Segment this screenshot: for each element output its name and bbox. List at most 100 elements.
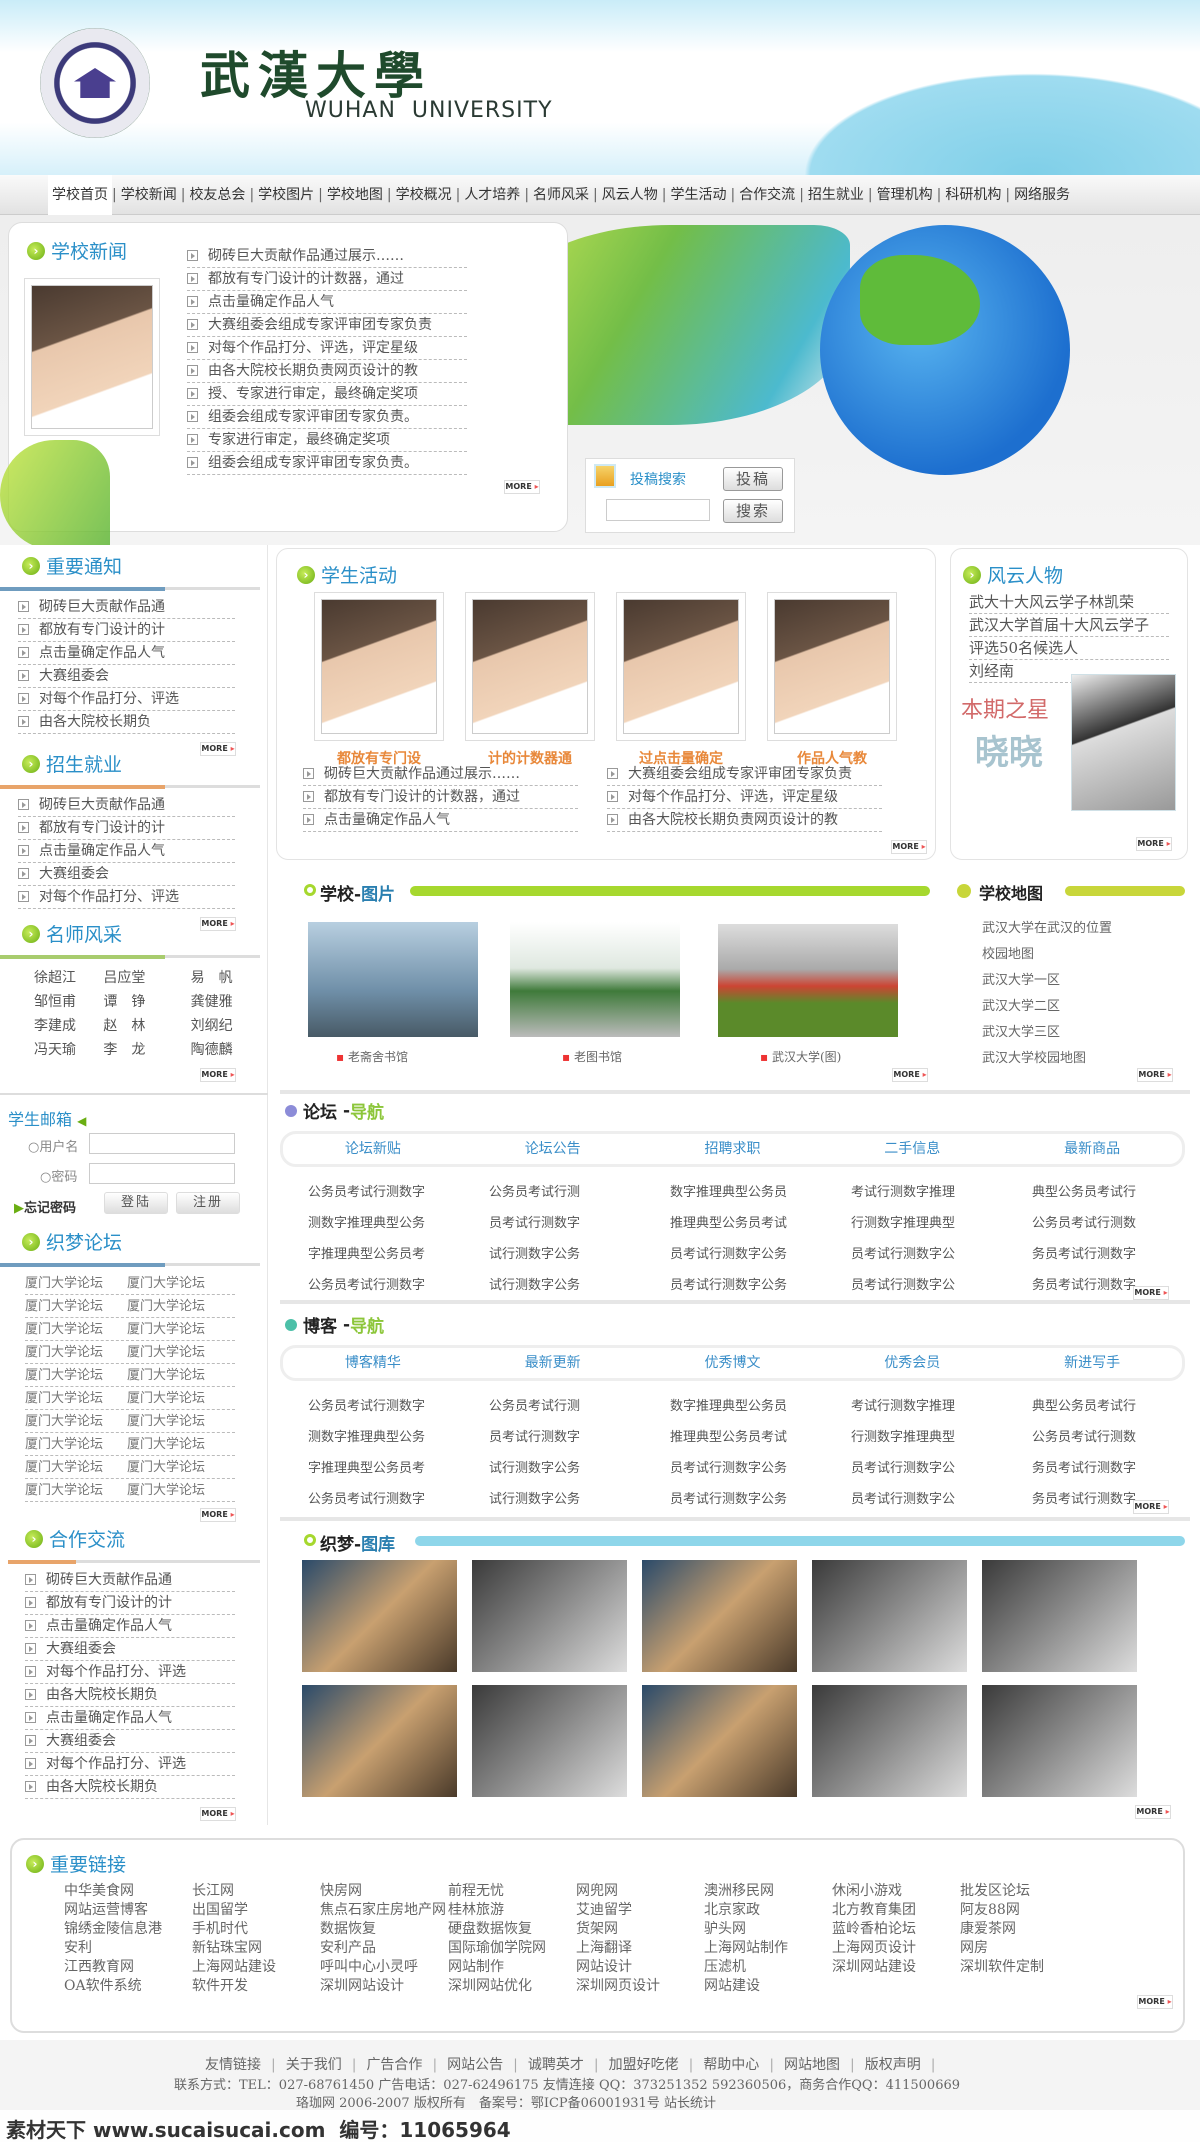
activity-item[interactable]: 计的计数器通 <box>466 593 594 768</box>
forum-link[interactable]: 厦门大学论坛 <box>127 1456 229 1478</box>
nav-link[interactable]: 员考试行测数字 <box>461 1422 642 1453</box>
map-link[interactable]: 武汉大学在武汉的位置 <box>982 916 1112 942</box>
link-item[interactable]: OA软件系统 <box>64 1977 192 1996</box>
submit-button[interactable]: 投稿 <box>723 467 783 491</box>
forgot-password-link[interactable]: ▶忘记密码 <box>14 1197 76 1216</box>
nav-link[interactable]: 公务员考试行测数字 <box>280 1177 461 1208</box>
list-item[interactable]: 点击量确定作品人气 <box>18 840 235 863</box>
teacher-name[interactable]: 李建成 <box>34 1014 103 1038</box>
gallery-thumb[interactable] <box>812 1685 967 1797</box>
nav-tab[interactable]: 招聘求职 <box>643 1134 823 1164</box>
picture-caption[interactable]: ▪ 武汉大学(图) <box>760 1048 841 1065</box>
gallery-thumb[interactable] <box>472 1560 627 1672</box>
nav-item[interactable]: 科研机构 <box>941 175 1005 215</box>
list-item[interactable]: 对每个作品打分、评选 <box>18 688 235 711</box>
nav-link[interactable]: 员考试行测数字 <box>461 1208 642 1239</box>
link-item[interactable]: 北方教育集团 <box>832 1901 960 1920</box>
link-item[interactable]: 压滤机 <box>704 1958 832 1977</box>
nav-tab[interactable]: 博客精华 <box>283 1348 463 1378</box>
link-item[interactable]: 深圳网页设计 <box>576 1977 704 1996</box>
nav-link[interactable]: 字推理典型公务员考 <box>280 1239 461 1270</box>
nav-item[interactable]: 校友总会 <box>185 175 249 215</box>
footer-link[interactable]: 网站地图 <box>784 2057 840 2073</box>
nav-link[interactable]: 员考试行测数字公务 <box>642 1239 823 1270</box>
list-item[interactable]: 由各大院校长期负 <box>25 1776 235 1799</box>
list-item[interactable]: 组委会组成专家评审团专家负责。 <box>187 406 467 429</box>
nav-link[interactable]: 数字推理典型公务员 <box>642 1177 823 1208</box>
teacher-name[interactable]: 易 帆 <box>191 966 260 990</box>
nav-link[interactable]: 员考试行测数字公务 <box>642 1453 823 1484</box>
nav-link[interactable]: 数字推理典型公务员 <box>642 1391 823 1422</box>
list-item[interactable]: 点击量确定作品人气 <box>25 1707 235 1730</box>
footer-link[interactable]: 诚聘英才 <box>528 2057 584 2073</box>
nav-link[interactable]: 员考试行测数字公 <box>823 1484 1004 1515</box>
forum-link[interactable]: 厦门大学论坛 <box>127 1341 229 1363</box>
gallery-thumb[interactable] <box>302 1560 457 1672</box>
nav-item[interactable]: 学校新闻 <box>117 175 181 215</box>
nav-item[interactable]: 学校地图 <box>323 175 387 215</box>
forum-link[interactable]: 厦门大学论坛 <box>25 1341 127 1363</box>
list-item[interactable]: 武大十大风云学子林凯荣 <box>969 591 1169 614</box>
list-item[interactable]: 点击量确定作品人气 <box>303 809 578 832</box>
picture-thumb[interactable] <box>510 922 680 1037</box>
nav-item[interactable]: 学校首页 <box>48 175 112 215</box>
list-item[interactable]: 点击量确定作品人气 <box>18 642 235 665</box>
link-item[interactable]: 北京家政 <box>704 1901 832 1920</box>
teacher-name[interactable]: 赵 林 <box>103 1014 172 1038</box>
link-item[interactable]: 货架网 <box>576 1920 704 1939</box>
link-item[interactable]: 蓝岭香柏论坛 <box>832 1920 960 1939</box>
link-item[interactable]: 艾迪留学 <box>576 1901 704 1920</box>
more-button[interactable]: MORE <box>1136 837 1172 851</box>
nav-item[interactable]: 风云人物 <box>598 175 662 215</box>
nav-link[interactable]: 公务员考试行测 <box>461 1391 642 1422</box>
university-seal-logo[interactable] <box>40 28 150 138</box>
list-item[interactable]: 都放有专门设计的计 <box>25 1592 235 1615</box>
list-item[interactable]: 大赛组委会 <box>25 1638 235 1661</box>
more-button[interactable]: MORE <box>1133 1500 1169 1514</box>
more-button[interactable]: MORE <box>891 840 927 854</box>
activity-photo[interactable] <box>321 599 437 734</box>
link-item[interactable]: 网站制作 <box>448 1958 576 1977</box>
footer-link[interactable]: 广告合作 <box>366 2057 422 2073</box>
search-button[interactable]: 搜索 <box>723 499 783 523</box>
nav-item[interactable]: 人才培养 <box>460 175 524 215</box>
map-link[interactable]: 校园地图 <box>982 942 1112 968</box>
link-item[interactable]: 前程无忧 <box>448 1882 576 1901</box>
nav-link[interactable]: 公务员考试行测数 <box>1004 1422 1185 1453</box>
forum-link[interactable]: 厦门大学论坛 <box>127 1479 229 1501</box>
link-item[interactable]: 澳洲移民网 <box>704 1882 832 1901</box>
link-item[interactable]: 安利 <box>64 1939 192 1958</box>
link-item[interactable]: 深圳网站设计 <box>320 1977 448 1996</box>
list-item[interactable]: 对每个作品打分、评选 <box>25 1753 235 1776</box>
nav-item[interactable]: 学生活动 <box>666 175 730 215</box>
more-button[interactable]: MORE <box>892 1068 928 1082</box>
nav-item[interactable]: 管理机构 <box>873 175 937 215</box>
list-item[interactable]: 评选50名候选人 <box>969 637 1169 660</box>
list-item[interactable]: 授、专家进行审定，最终确定奖项 <box>187 383 467 406</box>
star-photo[interactable] <box>1071 674 1176 811</box>
map-link[interactable]: 武汉大学一区 <box>982 968 1112 994</box>
nav-tab[interactable]: 最新更新 <box>463 1348 643 1378</box>
gallery-thumb[interactable] <box>302 1685 457 1797</box>
nav-link[interactable]: 员考试行测数字公务 <box>642 1270 823 1301</box>
teacher-name[interactable]: 刘纲纪 <box>191 1014 260 1038</box>
footer-link[interactable]: 友情链接 <box>205 2057 261 2073</box>
footer-link[interactable]: 关于我们 <box>286 2057 342 2073</box>
gallery-thumb[interactable] <box>642 1685 797 1797</box>
list-item[interactable]: 砌砖巨大贡献作品通 <box>18 596 235 619</box>
link-item[interactable]: 阿友88网 <box>960 1901 1088 1920</box>
nav-link[interactable]: 字推理典型公务员考 <box>280 1453 461 1484</box>
gallery-thumb[interactable] <box>642 1560 797 1672</box>
nav-link[interactable]: 务员考试行测数字 <box>1004 1453 1185 1484</box>
forum-link[interactable]: 厦门大学论坛 <box>25 1318 127 1340</box>
nav-link[interactable]: 公务员考试行测数字 <box>280 1484 461 1515</box>
teacher-name[interactable]: 谭 铮 <box>103 990 172 1014</box>
footer-link[interactable]: 加盟好吃佬 <box>609 2057 679 2073</box>
link-item[interactable]: 上海网站建设 <box>192 1958 320 1977</box>
gallery-thumb[interactable] <box>812 1560 967 1672</box>
list-item[interactable]: 砌砖巨大贡献作品通 <box>25 1569 235 1592</box>
forum-link[interactable]: 厦门大学论坛 <box>127 1295 229 1317</box>
link-item[interactable]: 上海翻译 <box>576 1939 704 1958</box>
footer-link[interactable]: 网站公告 <box>447 2057 503 2073</box>
nav-link[interactable]: 推理典型公务员考试 <box>642 1208 823 1239</box>
